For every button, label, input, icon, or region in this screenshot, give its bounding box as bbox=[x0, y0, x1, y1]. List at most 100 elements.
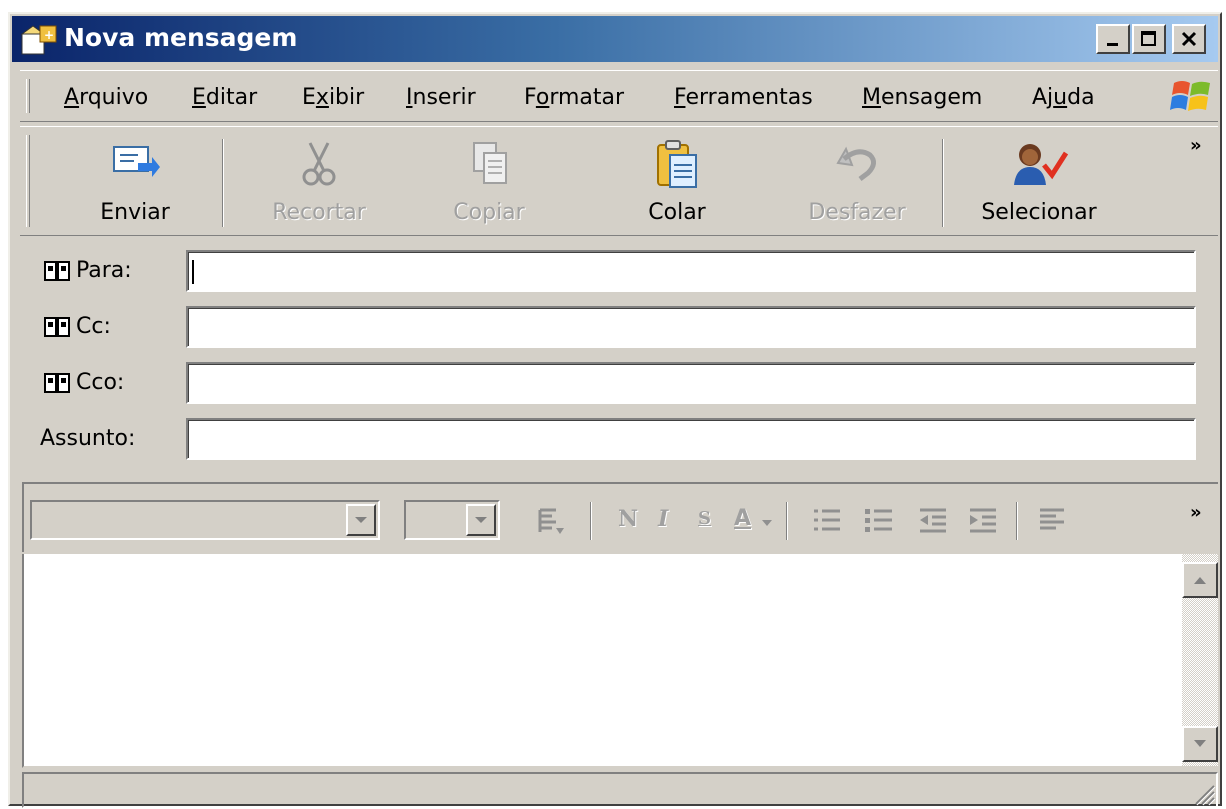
copy-button[interactable]: Copiar bbox=[424, 133, 554, 233]
toolbar-chevron-icon[interactable]: » bbox=[1190, 135, 1202, 156]
select-label: Selecionar bbox=[981, 200, 1097, 225]
subject-row: Assunto: bbox=[20, 416, 1220, 462]
menu-accel: M bbox=[862, 85, 881, 110]
paste-label: Colar bbox=[648, 200, 706, 225]
menu-label: ditar bbox=[205, 85, 258, 110]
menu-ajuda[interactable]: Ajuda bbox=[1032, 85, 1095, 110]
menu-accel: E bbox=[192, 85, 206, 110]
menu-exibir[interactable]: Exibir bbox=[302, 85, 364, 110]
menu-label: F bbox=[524, 85, 536, 110]
arrow-down-icon bbox=[1194, 740, 1206, 747]
menu-label: ensagem bbox=[880, 85, 983, 110]
paragraph-style-icon[interactable] bbox=[536, 506, 566, 536]
standard-toolbar: Enviar Recortar Copiar Colar Desfazer Se… bbox=[20, 126, 1218, 236]
close-button[interactable] bbox=[1172, 24, 1206, 54]
menu-label: da bbox=[1067, 85, 1095, 110]
menu-label: erramentas bbox=[685, 85, 813, 110]
paste-button[interactable]: Colar bbox=[612, 133, 742, 233]
cc-label: Cc: bbox=[76, 314, 111, 339]
undo-button[interactable]: Desfazer bbox=[792, 133, 922, 233]
maximize-button[interactable] bbox=[1132, 24, 1166, 54]
font-combo[interactable] bbox=[30, 500, 380, 540]
to-row: Para: bbox=[20, 248, 1220, 294]
resize-grip-icon[interactable] bbox=[1190, 780, 1216, 806]
size-dropdown-button[interactable] bbox=[466, 504, 496, 536]
size-combo[interactable] bbox=[404, 500, 500, 540]
window-title: Nova mensagem bbox=[64, 23, 298, 52]
subject-label: Assunto: bbox=[40, 426, 136, 451]
menu-accel: x bbox=[315, 85, 329, 110]
format-chevron-icon[interactable]: » bbox=[1190, 502, 1202, 523]
cc-field[interactable] bbox=[186, 306, 1196, 348]
menu-arquivo[interactable]: Arquivo bbox=[64, 85, 148, 110]
menu-label: rmatar bbox=[549, 85, 625, 110]
vertical-scrollbar[interactable] bbox=[1182, 554, 1218, 766]
underline-button[interactable]: S bbox=[698, 508, 711, 529]
cc-label-button[interactable]: Cc: bbox=[44, 314, 111, 339]
align-left-icon[interactable] bbox=[1038, 506, 1068, 536]
format-separator bbox=[590, 502, 592, 540]
copy-icon bbox=[473, 142, 507, 184]
toolbar-grip[interactable] bbox=[26, 135, 30, 227]
minimize-button[interactable] bbox=[1096, 24, 1130, 54]
menu-accel: u bbox=[1053, 85, 1068, 110]
select-recipient-icon bbox=[1014, 144, 1069, 185]
select-recipients-button[interactable]: Selecionar bbox=[974, 133, 1104, 233]
subject-field[interactable] bbox=[186, 418, 1196, 460]
maximize-icon bbox=[1141, 31, 1156, 46]
toolbar-separator bbox=[222, 139, 224, 227]
chevron-down-icon bbox=[475, 517, 487, 523]
menu-formatar[interactable]: Formatar bbox=[524, 85, 624, 110]
menu-label: Aj bbox=[1032, 85, 1054, 110]
increase-indent-icon[interactable] bbox=[968, 506, 998, 536]
text-caret bbox=[192, 260, 194, 284]
menu-label: ibir bbox=[328, 85, 365, 110]
decrease-indent-icon[interactable] bbox=[918, 506, 948, 536]
minimize-icon bbox=[1107, 43, 1118, 46]
paste-icon bbox=[657, 140, 697, 188]
send-label: Enviar bbox=[100, 200, 170, 225]
menu-accel: o bbox=[535, 85, 550, 110]
bcc-field[interactable] bbox=[186, 362, 1196, 404]
menu-inserir[interactable]: Inserir bbox=[406, 85, 476, 110]
chevron-down-icon bbox=[355, 517, 367, 523]
menu-editar[interactable]: Editar bbox=[192, 85, 257, 110]
send-icon bbox=[113, 146, 160, 177]
menu-label: nserir bbox=[412, 85, 476, 110]
to-field[interactable] bbox=[186, 250, 1196, 292]
numbered-list-icon[interactable] bbox=[812, 506, 842, 536]
address-book-icon bbox=[44, 260, 70, 281]
menu-grip[interactable] bbox=[26, 79, 30, 113]
scroll-up-button[interactable] bbox=[1182, 562, 1218, 598]
title-bar[interactable]: + Nova mensagem bbox=[12, 16, 1218, 62]
cut-button[interactable]: Recortar bbox=[254, 133, 384, 233]
menu-accel: F bbox=[674, 85, 686, 110]
to-label-button[interactable]: Para: bbox=[44, 258, 132, 283]
font-dropdown-button[interactable] bbox=[346, 504, 376, 536]
bcc-row: Cco: bbox=[20, 360, 1220, 406]
menu-label: rquivo bbox=[79, 85, 149, 110]
menu-mensagem[interactable]: Mensagem bbox=[862, 85, 982, 110]
bullet-list-icon[interactable] bbox=[864, 506, 894, 536]
toolbar-separator bbox=[942, 139, 944, 227]
menu-ferramentas[interactable]: Ferramentas bbox=[674, 85, 813, 110]
status-bar bbox=[22, 772, 1218, 808]
compose-window: + Nova mensagem Arquivo Editar Exibir In… bbox=[8, 12, 1222, 808]
cut-label: Recortar bbox=[272, 200, 366, 225]
scroll-down-button[interactable] bbox=[1182, 726, 1218, 762]
send-button[interactable]: Enviar bbox=[70, 133, 200, 233]
formatting-toolbar: N I S A » bbox=[22, 482, 1218, 552]
bold-button[interactable]: N bbox=[618, 506, 638, 532]
italic-button[interactable]: I bbox=[658, 506, 668, 532]
address-book-icon bbox=[44, 372, 70, 393]
font-color-button[interactable]: A bbox=[734, 506, 751, 531]
format-separator bbox=[786, 502, 788, 540]
chevron-down-icon bbox=[762, 520, 772, 526]
bcc-label: Cco: bbox=[76, 370, 125, 395]
close-icon bbox=[1181, 31, 1197, 47]
bcc-label-button[interactable]: Cco: bbox=[44, 370, 124, 395]
format-separator bbox=[1016, 502, 1018, 540]
message-body[interactable] bbox=[22, 554, 1218, 768]
windows-logo-icon bbox=[1170, 81, 1210, 111]
menu-accel: A bbox=[64, 85, 80, 110]
